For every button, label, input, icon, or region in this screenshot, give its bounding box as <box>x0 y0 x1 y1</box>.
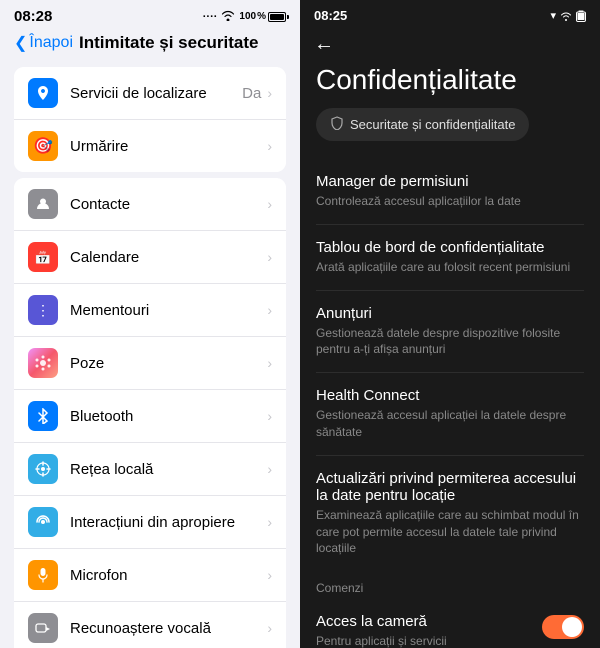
item-label: Interacțiuni din apropiere <box>70 514 267 531</box>
item-label: Bluetooth <box>70 408 267 425</box>
security-chip-label: Securitate și confidențialitate <box>350 117 515 132</box>
wifi-icon <box>221 10 235 24</box>
right-page-title: Confidențialitate <box>316 64 584 96</box>
item-label: Rețea locală <box>70 461 267 478</box>
chevron-right-icon: › <box>267 249 272 265</box>
section-location: Servicii de localizare Da › 🎯 Urmărire › <box>14 67 286 172</box>
menu-item-anunturi[interactable]: Anunțuri Gestionează datele despre dispo… <box>316 291 584 374</box>
item-label: Mementouri <box>70 302 267 319</box>
item-label: Recunoaștere vocală <box>70 620 267 637</box>
back-arrow-button[interactable]: ← <box>314 33 334 55</box>
list-item[interactable]: 🎯 Urmărire › <box>14 120 286 172</box>
list-item[interactable]: Interacțiuni din apropiere › <box>14 496 286 549</box>
list-item[interactable]: Recunoaștere vocală › <box>14 602 286 648</box>
list-item[interactable]: Servicii de localizare Da › <box>14 67 286 120</box>
chevron-right-icon: › <box>267 196 272 212</box>
contacts-icon <box>28 189 58 219</box>
list-item[interactable]: Poze › <box>14 337 286 390</box>
menu-item-subtitle: Examinează aplicațiile care au schimbat … <box>316 507 584 557</box>
menu-item-title: Actualizări privind permiterea accesului… <box>316 470 584 504</box>
right-scroll: Confidențialitate Securitate și confiden… <box>300 64 600 648</box>
speech-icon <box>28 613 58 643</box>
chevron-right-icon: › <box>267 514 272 530</box>
right-time: 08:25 <box>314 8 347 23</box>
item-label: Microfon <box>70 567 267 584</box>
chevron-right-icon: › <box>267 461 272 477</box>
item-label: Servicii de localizare <box>70 85 242 102</box>
item-label: Poze <box>70 355 267 372</box>
signal-icon: ···· <box>203 11 218 23</box>
chevron-left-icon: ❮ <box>14 33 27 53</box>
microphone-icon <box>28 560 58 590</box>
menu-item-actualizari-locatie[interactable]: Actualizări privind permiterea accesului… <box>316 456 584 571</box>
page-title: Intimitate și securitate <box>79 33 259 53</box>
menu-item-title: Manager de permisiuni <box>316 173 584 190</box>
left-scroll: Servicii de localizare Da › 🎯 Urmărire › <box>0 61 300 648</box>
reminders-icon: ⋮ <box>28 295 58 325</box>
menu-item-title: Anunțuri <box>316 305 584 322</box>
toggle-item-subtitle: Pentru aplicații și servicii <box>316 633 542 648</box>
back-button[interactable]: ❮ Înapoi <box>14 33 73 53</box>
menu-item-subtitle: Controlează accesul aplicațiilor la date <box>316 193 584 210</box>
chevron-right-icon: › <box>267 85 272 101</box>
chevron-right-icon: › <box>267 567 272 583</box>
nearby-icon <box>28 507 58 537</box>
item-label: Calendare <box>70 249 267 266</box>
menu-item-health-connect[interactable]: Health Connect Gestionează accesul aplic… <box>316 373 584 456</box>
list-item[interactable]: ⋮ Mementouri › <box>14 284 286 337</box>
list-item[interactable]: Bluetooth › <box>14 390 286 443</box>
menu-item-title: Health Connect <box>316 387 584 404</box>
left-nav-bar: ❮ Înapoi Intimitate și securitate <box>0 29 300 61</box>
left-panel: 08:28 ···· 100 % ❮ Înapoi <box>0 0 300 648</box>
chevron-right-icon: › <box>267 408 272 424</box>
chevron-right-icon: › <box>267 302 272 318</box>
security-chip[interactable]: Securitate și confidențialitate <box>316 108 529 141</box>
item-label: Urmărire <box>70 138 267 155</box>
menu-item-subtitle: Gestionează accesul aplicației la datele… <box>316 407 584 441</box>
list-item[interactable]: Rețea locală › <box>14 443 286 496</box>
camera-toggle[interactable] <box>542 615 584 639</box>
right-status-bar: 08:25 ▾ <box>300 0 600 27</box>
network-icon <box>28 454 58 484</box>
section-label: Comenzi <box>316 571 584 601</box>
notification-icon: ▾ <box>550 9 556 22</box>
right-panel: 08:25 ▾ ← Confidențialitate <box>300 0 600 648</box>
calendar-icon: 📅 <box>28 242 58 272</box>
battery-icon: 100 % <box>239 11 286 22</box>
right-menu-list: Manager de permisiuni Controlează accesu… <box>316 159 584 571</box>
back-label[interactable]: Înapoi <box>29 34 73 52</box>
toggle-item-camera: Acces la cameră Pentru aplicații și serv… <box>316 601 584 648</box>
section-apps: Contacte › 📅 Calendare › ⋮ Mementouri › <box>14 178 286 648</box>
list-item[interactable]: 📅 Calendare › <box>14 231 286 284</box>
left-status-icons: ···· 100 % <box>203 10 286 24</box>
tracking-icon: 🎯 <box>28 131 58 161</box>
list-item[interactable]: Microfon › <box>14 549 286 602</box>
right-status-icons: ▾ <box>550 9 586 22</box>
bluetooth-icon <box>28 401 58 431</box>
wifi-icon <box>560 10 572 22</box>
location-icon <box>28 78 58 108</box>
photos-icon <box>28 348 58 378</box>
toggle-item-title: Acces la cameră <box>316 613 542 630</box>
chevron-right-icon: › <box>267 355 272 371</box>
menu-item-tablou-bord[interactable]: Tablou de bord de confidențialitate Arat… <box>316 225 584 291</box>
menu-item-subtitle: Arată aplicațiile care au folosit recent… <box>316 259 584 276</box>
item-value: Da <box>242 85 261 102</box>
toggle-thumb <box>562 617 582 637</box>
right-nav-bar: ← <box>300 27 600 64</box>
menu-item-manager-permisiuni[interactable]: Manager de permisiuni Controlează accesu… <box>316 159 584 225</box>
toggle-item-text: Acces la cameră Pentru aplicații și serv… <box>316 613 542 648</box>
menu-item-subtitle: Gestionează datele despre dispozitive fo… <box>316 325 584 359</box>
chevron-right-icon: › <box>267 138 272 154</box>
left-time: 08:28 <box>14 8 52 25</box>
item-label: Contacte <box>70 196 267 213</box>
shield-icon <box>330 116 344 133</box>
list-item[interactable]: Contacte › <box>14 178 286 231</box>
left-status-bar: 08:28 ···· 100 % <box>0 0 300 29</box>
menu-item-title: Tablou de bord de confidențialitate <box>316 239 584 256</box>
battery-icon <box>576 10 586 22</box>
chevron-right-icon: › <box>267 620 272 636</box>
